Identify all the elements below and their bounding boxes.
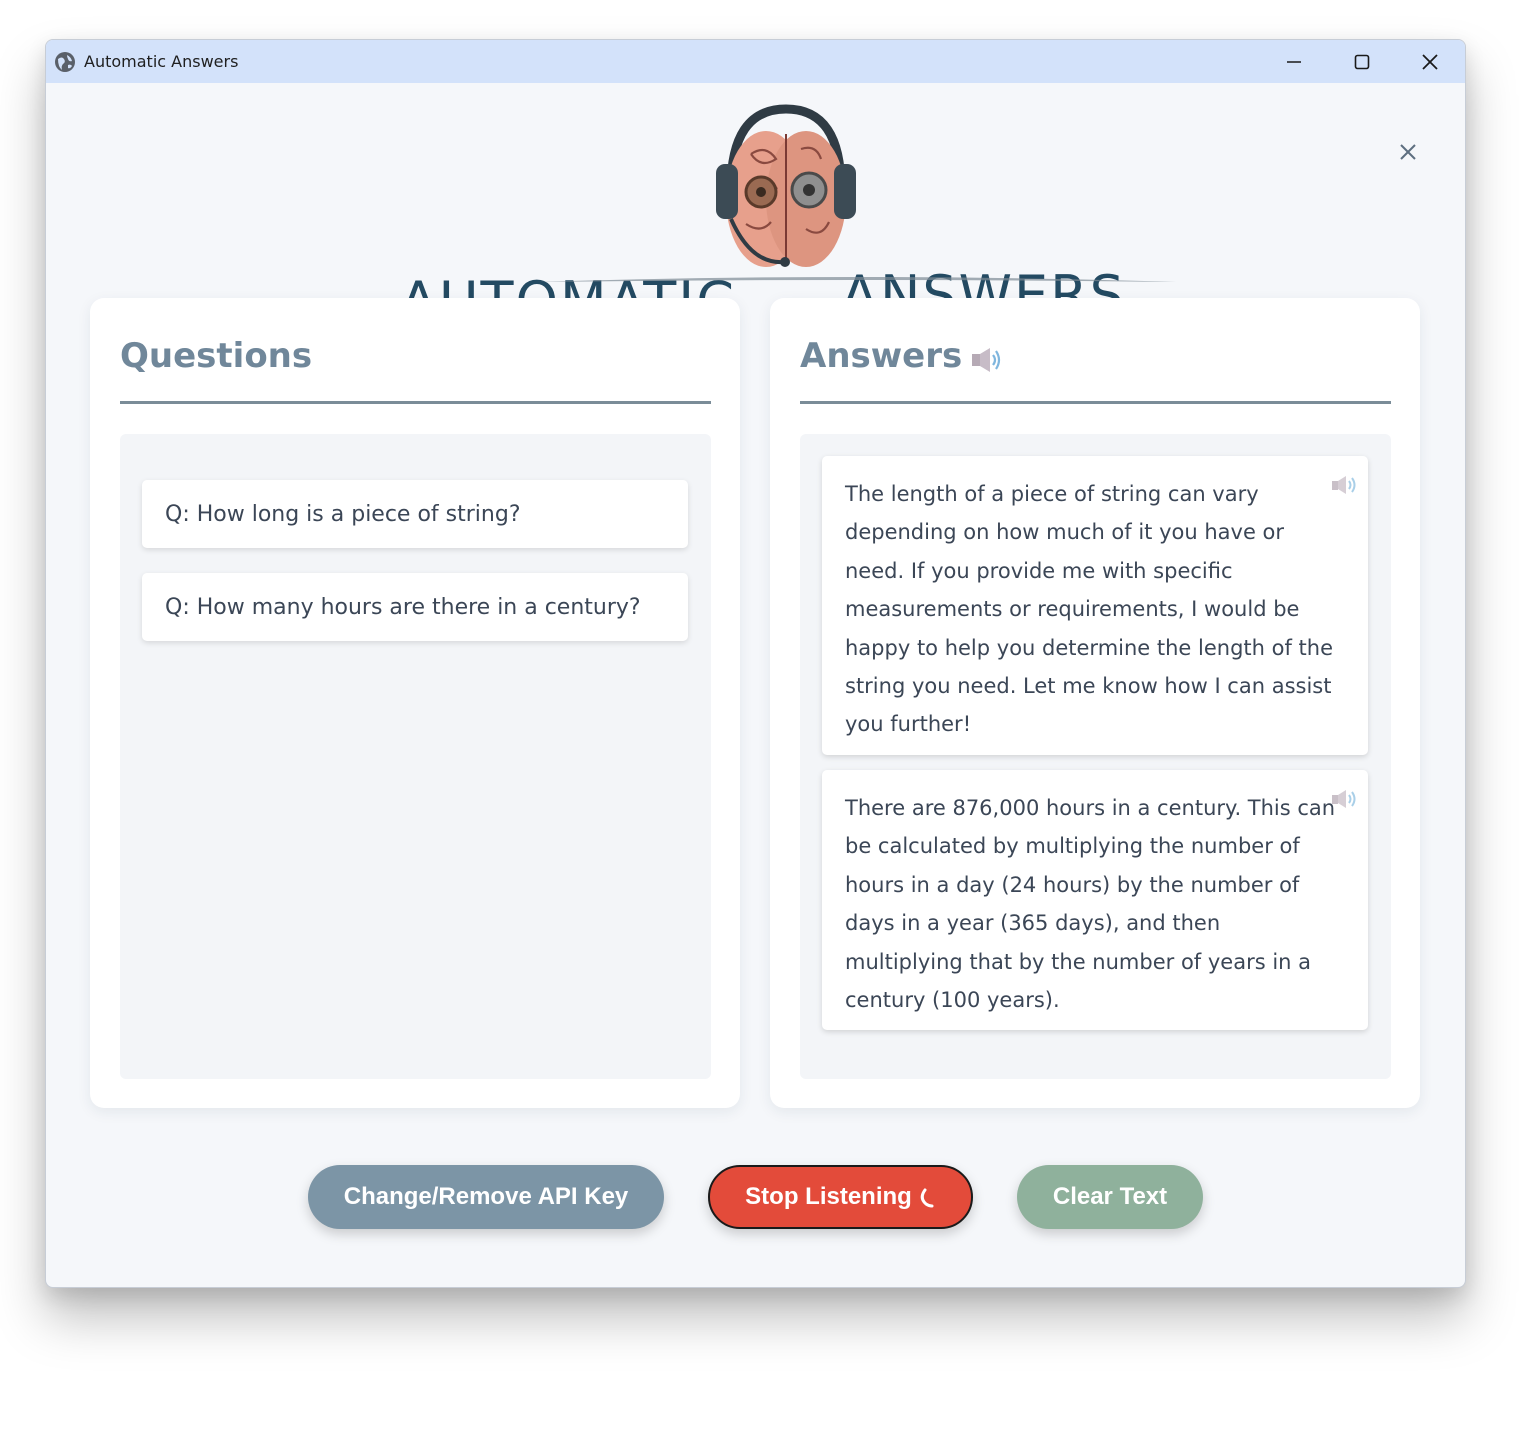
answer-text: The length of a piece of string can vary… <box>845 482 1334 737</box>
minimize-button[interactable] <box>1260 40 1328 83</box>
answer-item[interactable]: The length of a piece of string can vary… <box>822 456 1368 755</box>
window-close-button[interactable] <box>1396 40 1464 83</box>
app-window: Automatic Answers AUTOMATIC ANSWERS <box>45 39 1466 1288</box>
answer-text: There are 876,000 hours in a century. Th… <box>845 796 1336 1013</box>
clear-text-button[interactable]: Clear Text <box>1017 1165 1203 1229</box>
answers-title: Answers <box>800 336 963 376</box>
change-api-key-label: Change/Remove API Key <box>343 1183 629 1210</box>
title-bar[interactable]: Automatic Answers <box>46 40 1465 83</box>
brain-headphones-icon <box>716 104 856 267</box>
answer-item[interactable]: There are 876,000 hours in a century. Th… <box>822 770 1368 1030</box>
questions-title: Questions <box>120 336 313 376</box>
question-item[interactable]: Q: How long is a piece of string? <box>142 480 688 548</box>
change-api-key-button[interactable]: Change/Remove API Key <box>308 1165 664 1229</box>
question-item[interactable]: Q: How many hours are there in a century… <box>142 573 688 641</box>
questions-list: Q: How long is a piece of string? Q: How… <box>120 434 711 1079</box>
app-logo: AUTOMATIC ANSWERS <box>396 104 1176 333</box>
clear-text-label: Clear Text <box>1052 1183 1168 1210</box>
divider <box>120 401 711 404</box>
maximize-button[interactable] <box>1328 40 1396 83</box>
minimize-icon <box>1287 60 1301 63</box>
logo-underline <box>536 277 1176 282</box>
stop-listening-label: Stop Listening <box>745 1183 912 1210</box>
answers-panel: Answers The length of a piece of string … <box>770 298 1420 1108</box>
stop-listening-button[interactable]: Stop Listening <box>708 1165 973 1229</box>
close-icon <box>1400 144 1416 160</box>
maximize-icon <box>1354 54 1370 69</box>
dismiss-button[interactable] <box>1392 136 1424 168</box>
spinner-icon <box>920 1188 934 1208</box>
speaker-icon[interactable] <box>1330 788 1358 810</box>
globe-icon <box>55 52 75 72</box>
close-icon <box>1422 53 1438 70</box>
speaker-icon[interactable] <box>970 346 1002 374</box>
speaker-icon[interactable] <box>1330 474 1358 496</box>
answers-list: The length of a piece of string can vary… <box>800 434 1391 1079</box>
window-title: Automatic Answers <box>84 52 239 71</box>
divider <box>800 401 1391 404</box>
questions-panel: Questions Q: How long is a piece of stri… <box>90 298 740 1108</box>
